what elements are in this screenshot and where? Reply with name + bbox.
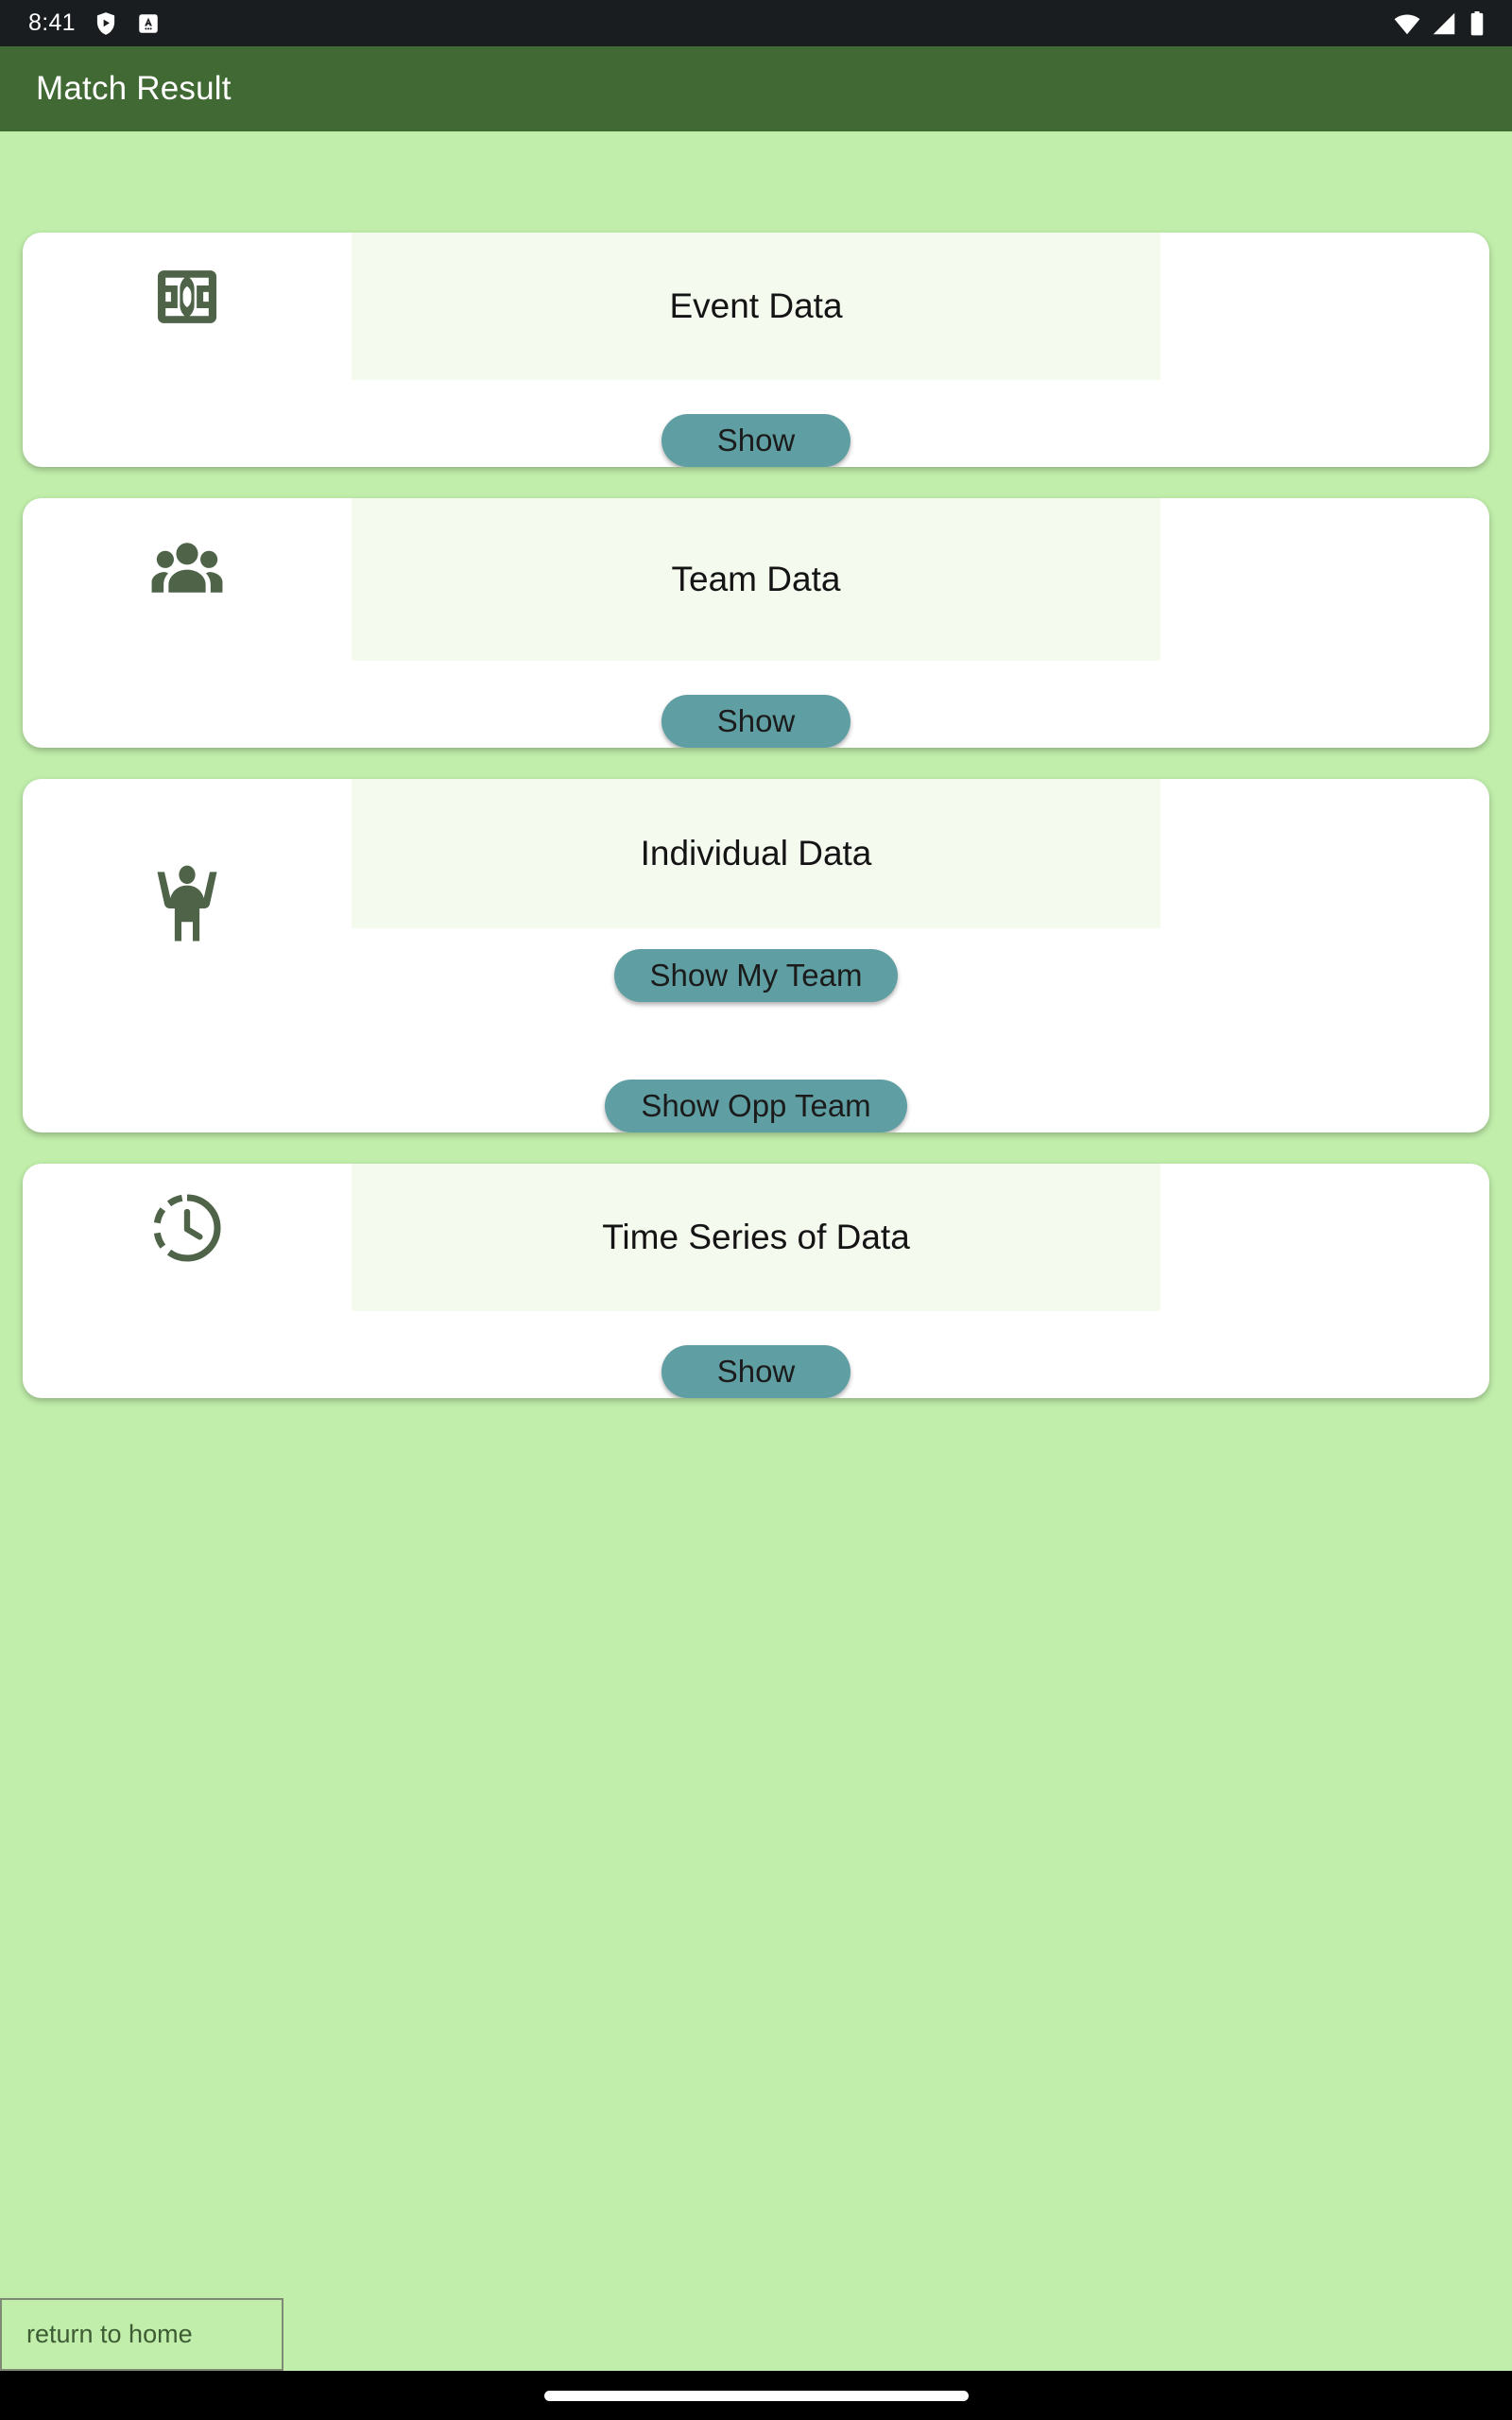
cellular-signal-icon bbox=[1430, 9, 1458, 38]
card-icon-column bbox=[23, 498, 352, 748]
card-title: Individual Data bbox=[640, 834, 872, 873]
status-bar-left: 8:41 bbox=[28, 10, 161, 37]
status-time: 8:41 bbox=[28, 9, 76, 36]
app-bar: Match Result bbox=[0, 46, 1512, 131]
card-icon-column bbox=[23, 233, 352, 467]
card-label-band: Individual Data bbox=[352, 779, 1160, 928]
app-notification-a-icon bbox=[136, 11, 161, 36]
show-my-team-button[interactable]: Show My Team bbox=[613, 949, 899, 1002]
phone-screen: 8:41 Match Result Event Data Show Team D… bbox=[0, 0, 1512, 2420]
card-label-band: Time Series of Data bbox=[352, 1164, 1160, 1311]
people-group-icon bbox=[147, 530, 227, 614]
show-opp-team-button[interactable]: Show Opp Team bbox=[605, 1080, 907, 1132]
bottom-row: return to home bbox=[0, 2298, 1512, 2371]
card-actions: Show bbox=[352, 661, 1160, 748]
card-body-column: Time Series of Data Show bbox=[352, 1164, 1489, 1398]
show-button[interactable]: Show bbox=[662, 414, 850, 467]
card-actions: Show My Team Show Opp Team bbox=[352, 928, 1160, 1132]
play-protect-shield-icon bbox=[93, 10, 119, 37]
card-gap bbox=[23, 748, 1489, 779]
wifi-icon bbox=[1393, 9, 1421, 38]
card-gap bbox=[23, 1132, 1489, 1164]
card-time-series-data: Time Series of Data Show bbox=[23, 1164, 1489, 1398]
page-title: Match Result bbox=[36, 70, 232, 107]
card-team-data: Team Data Show bbox=[23, 498, 1489, 748]
card-label-band: Event Data bbox=[352, 233, 1160, 380]
system-navigation-bar bbox=[0, 2371, 1512, 2420]
card-actions: Show bbox=[352, 380, 1160, 467]
top-spacer bbox=[23, 131, 1489, 233]
card-actions: Show bbox=[352, 1311, 1160, 1398]
gesture-home-pill[interactable] bbox=[543, 2390, 969, 2401]
status-bar: 8:41 bbox=[0, 0, 1512, 46]
clock-history-icon bbox=[149, 1190, 225, 1270]
card-body-column: Team Data Show bbox=[352, 498, 1489, 748]
card-individual-data: Individual Data Show My Team Show Opp Te… bbox=[23, 779, 1489, 1132]
card-body-column: Individual Data Show My Team Show Opp Te… bbox=[352, 779, 1489, 1132]
card-title: Team Data bbox=[671, 560, 841, 598]
card-icon-column bbox=[23, 779, 352, 1132]
show-button[interactable]: Show bbox=[662, 1345, 850, 1398]
return-to-home-button[interactable]: return to home bbox=[0, 2298, 284, 2371]
card-label-band: Team Data bbox=[352, 498, 1160, 661]
card-title: Event Data bbox=[669, 286, 843, 325]
content-area: Event Data Show Team Data Show Individua… bbox=[0, 131, 1512, 2371]
show-button[interactable]: Show bbox=[662, 695, 850, 748]
card-event-data: Event Data Show bbox=[23, 233, 1489, 467]
status-bar-right bbox=[1393, 9, 1487, 38]
person-arms-raised-icon bbox=[149, 860, 225, 950]
card-icon-column bbox=[23, 1164, 352, 1398]
battery-icon bbox=[1467, 9, 1487, 38]
card-body-column: Event Data Show bbox=[352, 233, 1489, 467]
card-gap bbox=[23, 467, 1489, 498]
card-title: Time Series of Data bbox=[602, 1218, 910, 1256]
soccer-pitch-icon bbox=[151, 261, 223, 337]
